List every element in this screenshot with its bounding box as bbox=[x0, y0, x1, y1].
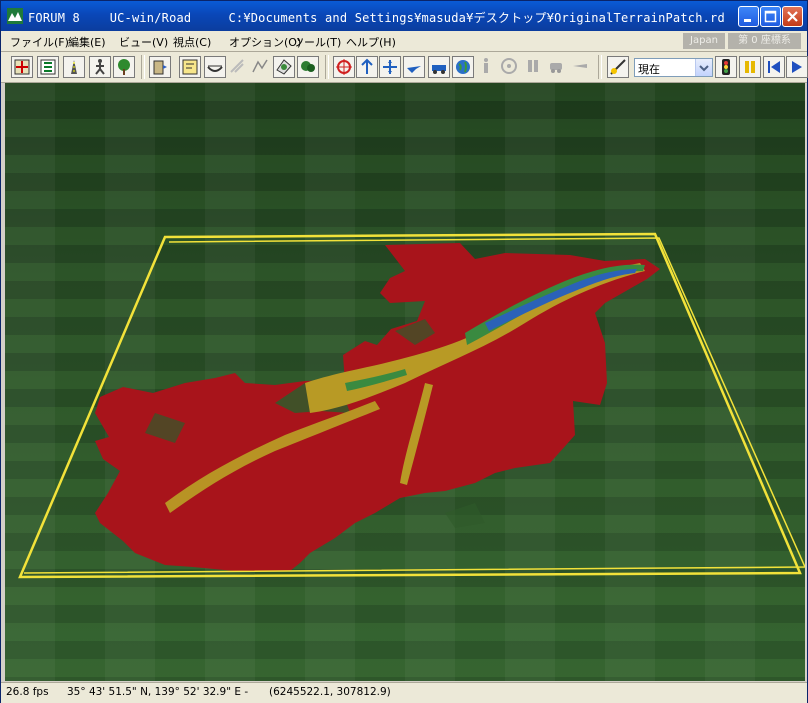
road-plan-button[interactable] bbox=[11, 56, 33, 78]
globe-icon bbox=[456, 60, 470, 74]
steering-wheel-button[interactable] bbox=[499, 56, 521, 78]
road-alignment-icon bbox=[71, 60, 77, 74]
pedestrian-icon bbox=[95, 59, 105, 75]
main-window: FORUM 8 UC-win/Road C:¥Documents and Set… bbox=[0, 0, 808, 703]
3d-viewport[interactable] bbox=[5, 83, 805, 681]
walk-mode-button[interactable] bbox=[476, 56, 498, 78]
pause-simulation-button[interactable] bbox=[523, 56, 545, 78]
rewind-icon bbox=[768, 61, 780, 73]
vehicle-icon bbox=[550, 63, 562, 73]
texture-icon bbox=[276, 59, 292, 75]
texture-button[interactable] bbox=[273, 56, 295, 78]
tree-button[interactable] bbox=[113, 56, 135, 78]
road-alignment-button[interactable] bbox=[63, 56, 85, 78]
maximize-icon bbox=[764, 10, 777, 23]
rewind-button[interactable] bbox=[763, 56, 785, 78]
sign-icon bbox=[182, 59, 198, 75]
building-button[interactable] bbox=[149, 56, 171, 78]
title-bar[interactable]: FORUM 8 UC-win/Road C:¥Documents and Set… bbox=[1, 1, 807, 31]
status-bar: 26.8 fps 35° 43' 51.5" N, 139° 52' 32.9"… bbox=[1, 682, 807, 703]
maximize-button[interactable] bbox=[760, 6, 781, 27]
title-path: C:¥Documents and Settings¥masuda¥デスクトップ¥… bbox=[228, 11, 725, 25]
pedestrian-button[interactable] bbox=[89, 56, 111, 78]
terrain-edit-button[interactable] bbox=[250, 56, 272, 78]
drive-mode-button[interactable] bbox=[428, 56, 450, 78]
play-button[interactable] bbox=[786, 56, 808, 78]
traffic-light-button[interactable] bbox=[715, 56, 737, 78]
steering-wheel-icon bbox=[501, 58, 517, 74]
road-plan-icon bbox=[14, 59, 30, 75]
menu-options[interactable]: オプション(O) bbox=[229, 34, 301, 50]
menu-tools[interactable]: ツール(T) bbox=[293, 34, 341, 50]
time-of-day-value: 現在 bbox=[638, 63, 660, 76]
bridge-button[interactable] bbox=[204, 56, 226, 78]
fly-mode-button[interactable] bbox=[403, 56, 425, 78]
menu-viewpoint[interactable]: 視点(C) bbox=[173, 34, 211, 50]
intersection-button[interactable] bbox=[227, 56, 249, 78]
toolbar-separator bbox=[141, 55, 145, 79]
menu-edit[interactable]: 編集(E) bbox=[68, 34, 106, 50]
move-view-button[interactable] bbox=[356, 56, 378, 78]
latlon-readout: 35° 43' 51.5" N, 139° 52' 32.9" E - bbox=[67, 686, 249, 698]
building-icon bbox=[153, 60, 167, 75]
walk-mode-icon bbox=[484, 58, 488, 73]
minimize-icon bbox=[744, 19, 751, 22]
tree-icon bbox=[118, 59, 130, 75]
region-indicator: Japan bbox=[683, 33, 725, 49]
toolbar-separator bbox=[598, 55, 602, 79]
fly-mode-icon bbox=[407, 66, 421, 73]
aircraft-button[interactable] bbox=[570, 56, 592, 78]
toolbar-separator bbox=[325, 55, 329, 79]
chevron-down-icon[interactable] bbox=[695, 59, 712, 76]
pause-animation-icon bbox=[745, 61, 755, 73]
title-app: UC-win/Road bbox=[109, 11, 192, 25]
globe-button[interactable] bbox=[452, 56, 474, 78]
sign-button[interactable] bbox=[179, 56, 201, 78]
terrain-scene bbox=[5, 83, 805, 681]
minimize-button[interactable] bbox=[738, 6, 759, 27]
fps-readout: 26.8 fps bbox=[6, 686, 49, 698]
terrain-edit-icon bbox=[252, 59, 268, 73]
menu-help[interactable]: ヘルプ(H) bbox=[346, 34, 396, 50]
sun-position-button[interactable] bbox=[607, 56, 629, 78]
sun-position-icon bbox=[610, 59, 626, 75]
window-title: FORUM 8 UC-win/Road C:¥Documents and Set… bbox=[28, 9, 725, 26]
pan-view-icon bbox=[383, 60, 397, 74]
vegetation-icon bbox=[301, 61, 315, 72]
bridge-icon bbox=[207, 65, 223, 72]
time-of-day-select[interactable]: 現在 bbox=[634, 58, 713, 77]
xy-coordinate-readout: (6245522.1, 307812.9) bbox=[269, 686, 391, 698]
pan-view-button[interactable] bbox=[379, 56, 401, 78]
road-editor-icon bbox=[40, 59, 56, 75]
play-icon bbox=[792, 61, 802, 73]
road-editor-button[interactable] bbox=[37, 56, 59, 78]
drive-mode-icon bbox=[432, 65, 446, 74]
menu-view[interactable]: ビュー(V) bbox=[119, 34, 168, 50]
intersection-icon bbox=[230, 59, 244, 73]
rotate-view-button[interactable] bbox=[333, 56, 355, 78]
title-brand: FORUM 8 bbox=[28, 11, 80, 25]
aircraft-icon bbox=[573, 64, 587, 68]
pause-icon bbox=[528, 60, 538, 72]
close-icon bbox=[787, 11, 798, 22]
close-button[interactable] bbox=[782, 6, 803, 27]
move-view-icon bbox=[361, 58, 373, 74]
pause-animation-button[interactable] bbox=[739, 56, 761, 78]
app-logo-icon bbox=[7, 8, 23, 24]
traffic-light-icon bbox=[722, 59, 730, 75]
coordinate-system-indicator: 第 0 座標系 bbox=[728, 33, 801, 49]
vehicle-button[interactable] bbox=[546, 56, 568, 78]
menu-file[interactable]: ファイル(F) bbox=[10, 34, 69, 50]
vegetation-button[interactable] bbox=[297, 56, 319, 78]
rotate-view-icon bbox=[336, 59, 352, 75]
